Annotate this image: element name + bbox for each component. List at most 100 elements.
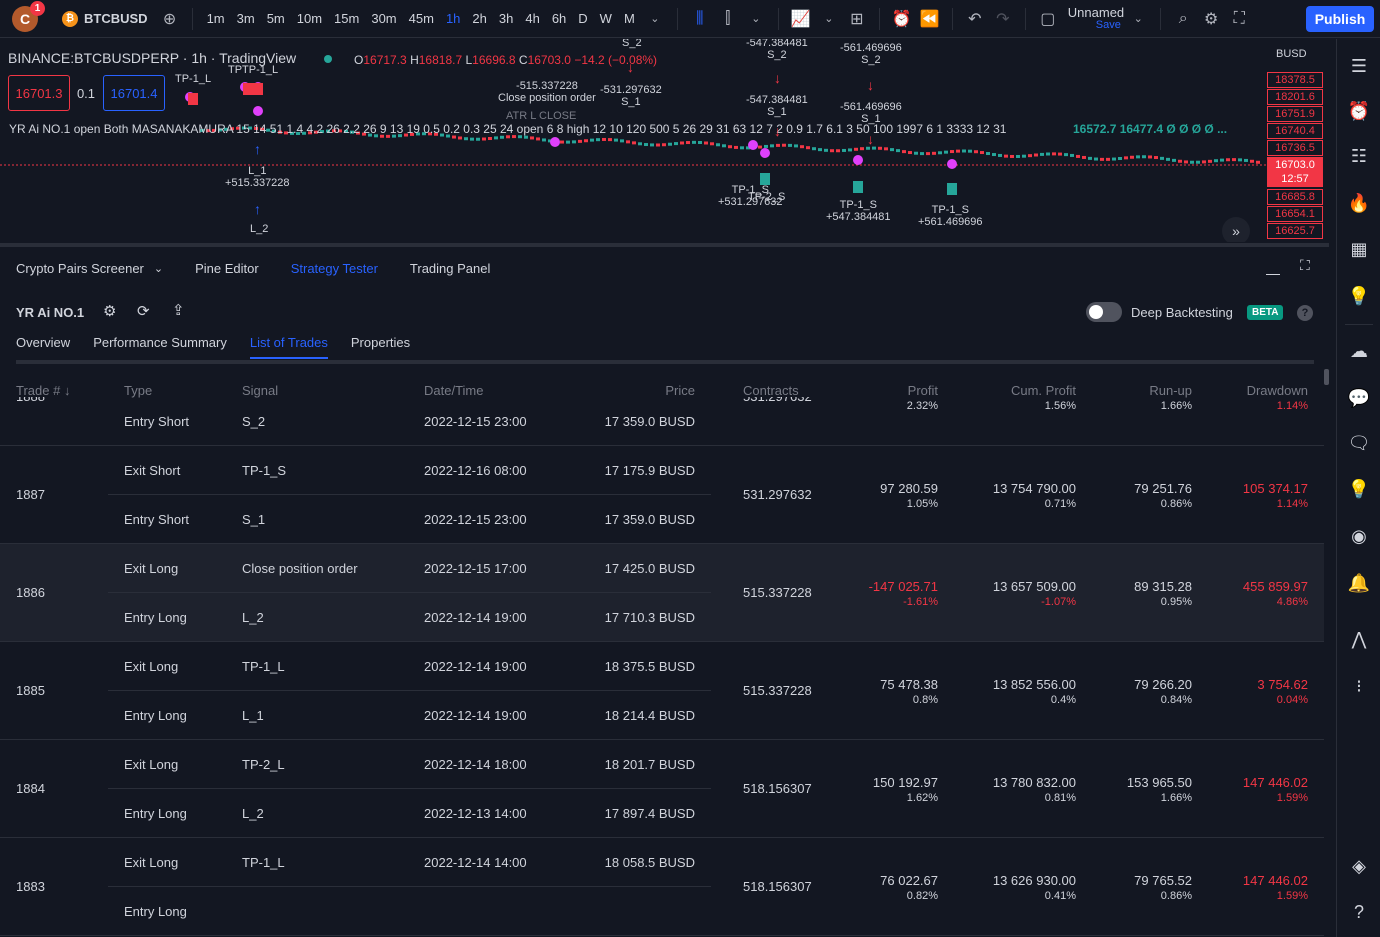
price-chart[interactable]: BINANCE:BTCBUSDPERP · 1h · TradingView O…: [0, 39, 1329, 242]
candles-icon[interactable]: ⫼: [686, 5, 714, 33]
settings-gear-icon[interactable]: ⚙: [103, 302, 116, 320]
minimize-icon[interactable]: [1266, 261, 1280, 275]
user-avatar[interactable]: C 1: [12, 0, 45, 32]
fullscreen-icon[interactable]: ⛶: [1225, 5, 1253, 33]
chats-icon[interactable]: 💬: [1345, 384, 1373, 412]
trade-row[interactable]: 1886 Exit Long Close position order 2022…: [0, 544, 1324, 642]
watchlist-icon[interactable]: ☰: [1345, 52, 1373, 80]
candle: [860, 147, 864, 151]
chevron-down-icon[interactable]: ⌄: [641, 5, 669, 33]
timeframe-1m[interactable]: 1m: [201, 0, 231, 38]
timeframe-W[interactable]: W: [594, 0, 618, 38]
indicators-icon[interactable]: 📈: [787, 5, 815, 33]
candle: [1064, 153, 1068, 157]
help-icon[interactable]: ?: [1345, 898, 1373, 926]
broadcast-icon[interactable]: ◉: [1345, 522, 1373, 550]
scrollbar-thumb[interactable]: [1324, 369, 1329, 385]
candle: [728, 145, 732, 149]
timeframe-15m[interactable]: 15m: [328, 0, 365, 38]
search-icon[interactable]: ⌕: [1169, 5, 1197, 33]
candle: [1028, 154, 1032, 158]
chevron-down-icon[interactable]: ⌄: [815, 5, 843, 33]
timeframe-5m[interactable]: 5m: [261, 0, 291, 38]
timeframe-6h[interactable]: 6h: [546, 0, 572, 38]
bar-chart-icon[interactable]: ⫿: [714, 5, 742, 33]
timeframe-10m[interactable]: 10m: [291, 0, 328, 38]
trade-row[interactable]: 1885 Exit Long TP-1_L 2022-12-14 19:00 1…: [0, 642, 1324, 740]
tab-trading-panel[interactable]: Trading Panel: [410, 261, 490, 276]
tab-overview[interactable]: Overview: [16, 335, 70, 359]
annotation-s2-a: -547.384481 S_2: [746, 39, 808, 61]
streams-icon[interactable]: ☁: [1345, 337, 1373, 365]
chevron-down-icon[interactable]: ⌄: [742, 5, 770, 33]
gear-icon[interactable]: ⚙: [1197, 5, 1225, 33]
publish-button[interactable]: Publish: [1306, 6, 1374, 32]
annotation-tp1s-a: TP-1_S +547.384481: [826, 199, 891, 223]
candle: [1100, 157, 1104, 161]
alerts-clock-icon[interactable]: ⏰: [1345, 97, 1373, 125]
sell-button[interactable]: 16701.3: [8, 75, 70, 111]
maximize-icon[interactable]: ⛶: [1300, 257, 1310, 274]
messages-icon[interactable]: 🗨: [1345, 429, 1373, 457]
trade-row[interactable]: 1884 Exit Long TP-2_L 2022-12-14 18:00 1…: [0, 740, 1324, 838]
timeframe-D[interactable]: D: [572, 0, 593, 38]
signals-icon[interactable]: 💡: [1345, 475, 1373, 503]
candle: [590, 138, 594, 142]
calendar-icon[interactable]: ▦: [1345, 235, 1373, 263]
trade-row[interactable]: 1888 Exit Short TP-2_S 2022-12-16 09:00 …: [0, 397, 1324, 446]
symbol-search[interactable]: ₿ BTCBUSD: [62, 10, 148, 27]
tab-list-of-trades[interactable]: List of Trades: [249, 335, 328, 359]
trade-datetime: 2022-12-16 08:00: [424, 463, 527, 478]
tp-marker: [853, 181, 863, 193]
alert-icon[interactable]: ⏰: [888, 5, 916, 33]
candle: [464, 137, 468, 141]
data-window-icon[interactable]: ☷: [1345, 142, 1373, 170]
dom-icon[interactable]: ⁝: [1345, 672, 1373, 700]
timeframe-3h[interactable]: 3h: [493, 0, 519, 38]
sell-arrow-icon: ↓: [627, 59, 634, 75]
tab-properties[interactable]: Properties: [351, 335, 410, 359]
trade-signal: TP-1_L: [242, 659, 285, 674]
order-panel-icon[interactable]: ⋀: [1345, 625, 1373, 653]
trade-profit: 214 378.59: [820, 397, 938, 398]
trade-drawdown-pct: 1.14%: [1276, 400, 1308, 412]
source-code-icon[interactable]: ⟳: [137, 302, 150, 320]
tab-strategy-tester[interactable]: Strategy Tester: [291, 261, 378, 276]
deep-backtesting-toggle[interactable]: [1086, 302, 1122, 322]
trade-row[interactable]: 1883 Exit Long TP-1_L 2022-12-14 14:00 1…: [0, 838, 1324, 936]
timeframe-4h[interactable]: 4h: [519, 0, 545, 38]
ideas-icon[interactable]: 💡: [1345, 282, 1373, 310]
timeframe-1h[interactable]: 1h: [440, 0, 466, 38]
layout-name[interactable]: Unnamed Save: [1068, 6, 1124, 32]
timeframe-M[interactable]: M: [618, 0, 641, 38]
tab-pine-editor[interactable]: Pine Editor: [195, 261, 259, 276]
replay-icon[interactable]: ⏪: [916, 5, 944, 33]
redo-icon[interactable]: ↷: [989, 5, 1017, 33]
layout-icon[interactable]: ▢: [1034, 5, 1062, 33]
candle: [1130, 155, 1134, 159]
trade-row[interactable]: 1887 Exit Short TP-1_S 2022-12-16 08:00 …: [0, 446, 1324, 544]
save-link[interactable]: Save: [1096, 19, 1121, 32]
timeframe-45m[interactable]: 45m: [403, 0, 440, 38]
col-trade-num[interactable]: Trade # ↓: [16, 383, 70, 398]
export-icon[interactable]: ⇪: [172, 301, 185, 319]
timeframe-2h[interactable]: 2h: [466, 0, 492, 38]
notifications-icon[interactable]: 🔔: [1345, 569, 1373, 597]
hotlists-icon[interactable]: 🔥: [1345, 189, 1373, 217]
tab-crypto-pairs-screener[interactable]: Crypto Pairs Screener ⌄: [16, 261, 163, 276]
timeframe-3m[interactable]: 3m: [231, 0, 261, 38]
templates-icon[interactable]: ⊞: [843, 5, 871, 33]
chevron-down-icon[interactable]: ⌄: [1124, 5, 1152, 33]
undo-icon[interactable]: ↶: [961, 5, 989, 33]
buy-button[interactable]: 16701.4: [103, 75, 165, 111]
candle: [476, 137, 480, 141]
scroll-to-latest-icon[interactable]: »: [1222, 217, 1250, 242]
trades-table-body[interactable]: 1888 Exit Short TP-2_S 2022-12-16 09:00 …: [0, 397, 1324, 937]
add-symbol-icon[interactable]: ⊕: [156, 5, 184, 33]
trade-contracts: 531.297632: [743, 487, 812, 502]
question-icon[interactable]: ?: [1297, 305, 1313, 321]
tab-performance-summary[interactable]: Performance Summary: [93, 335, 227, 359]
layers-icon[interactable]: ◈: [1345, 852, 1373, 880]
timeframe-30m[interactable]: 30m: [365, 0, 402, 38]
candle: [620, 139, 624, 143]
